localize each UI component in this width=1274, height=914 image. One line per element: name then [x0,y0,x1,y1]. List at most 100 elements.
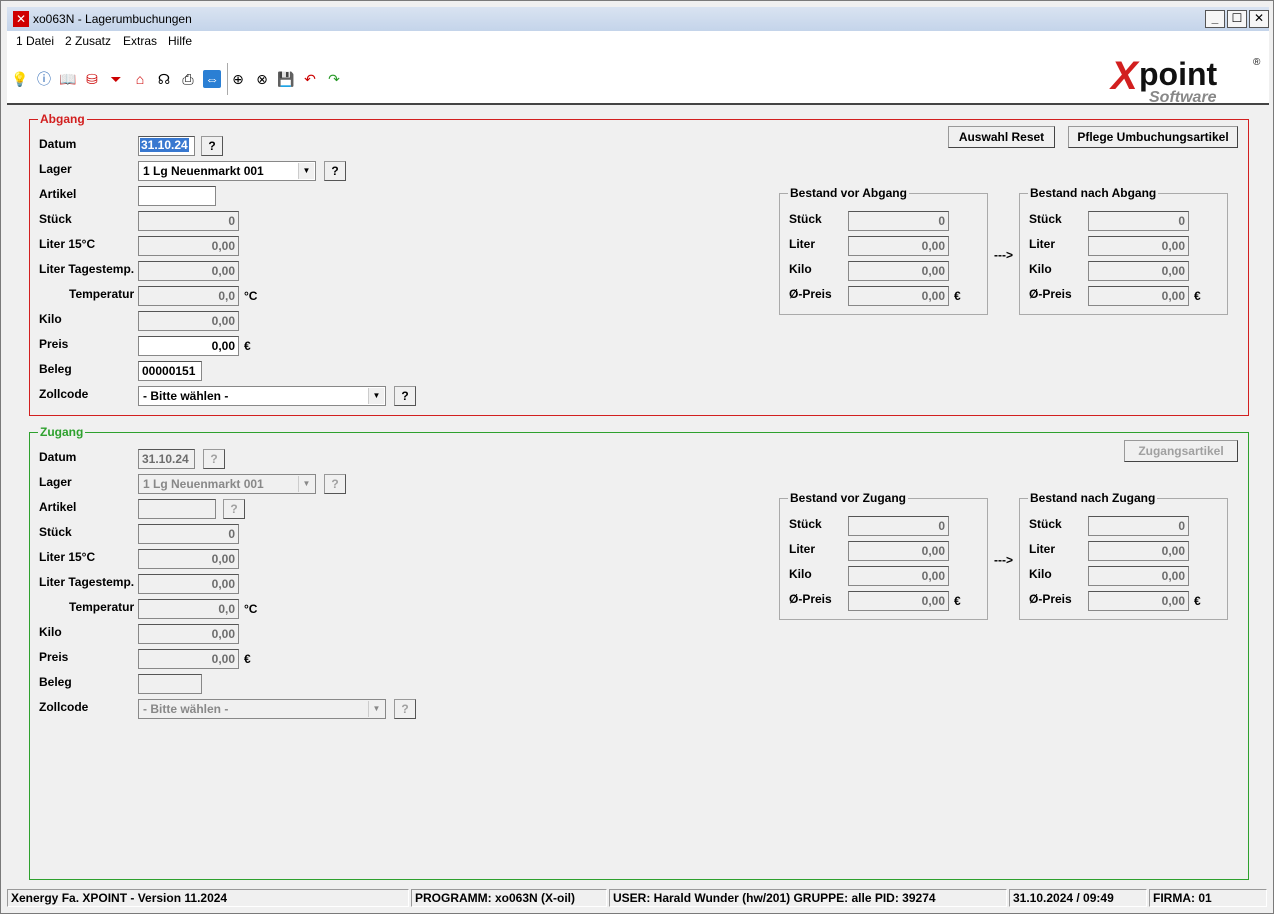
menu-zusatz[interactable]: 2 Zusatz [65,34,111,48]
undo-icon[interactable]: ↶ [301,70,319,88]
zugang-vor-liter-field: 0,00 [848,541,949,561]
abgang-zollcode-select[interactable]: - Bitte wählen - ▼ [138,386,386,406]
abgang-preis-label: Preis [39,337,69,351]
abgang-nach-stueck-label: Stück [1029,212,1062,226]
abgang-lager-help-button[interactable]: ? [324,161,346,181]
redo-icon[interactable]: ↷ [325,70,343,88]
menu-hilfe[interactable]: Hilfe [168,34,192,48]
zugang-datum-help-button[interactable]: ? [203,449,225,469]
app-icon: ✕ [13,11,29,27]
zugang-liter15-field: 0,00 [138,549,239,569]
filter-icon[interactable]: ⏷ [107,70,125,88]
zugang-nach-stueck-field: 0 [1088,516,1189,536]
zugangsartikel-button[interactable]: Zugangsartikel [1124,440,1238,462]
zugang-zollcode-label: Zollcode [39,700,89,714]
abgang-temperatur-field: 0,0 [138,286,239,306]
abgang-artikel-field[interactable] [138,186,216,206]
abgang-vor-stueck-label: Stück [789,212,822,226]
cancel-icon[interactable]: ⊗ [253,70,271,88]
zugang-lager-help-button[interactable]: ? [324,474,346,494]
zugang-nach-kilo-label: Kilo [1029,567,1052,581]
abgang-bestand-vor-title: Bestand vor Abgang [788,186,909,200]
zugang-vor-liter-label: Liter [789,542,816,556]
menu-datei[interactable]: 1 Datei [16,34,54,48]
status-datetime: 31.10.2024 / 09:49 [1009,889,1147,907]
zugang-nach-euro-unit: € [1194,594,1201,608]
zugang-temperatur-field: 0,0 [138,599,239,619]
abgang-preis-field[interactable]: 0,00 [138,336,239,356]
zugang-nach-liter-label: Liter [1029,542,1056,556]
zugang-artikel-help-button[interactable]: ? [223,499,245,519]
menu-extras[interactable]: Extras [123,34,157,48]
abgang-nach-euro-unit: € [1194,289,1201,303]
abgang-datum-field[interactable]: 31.10.24 [138,136,195,156]
pflege-umbuchungsartikel-button[interactable]: Pflege Umbuchungsartikel [1068,126,1238,148]
abgang-stueck-label: Stück [39,212,72,226]
zugang-euro-unit: € [244,652,251,666]
abgang-beleg-field[interactable]: 00000151 [138,361,202,381]
zugang-bestand-vor-title: Bestand vor Zugang [788,491,909,505]
status-firma: FIRMA: 01 [1149,889,1267,907]
abgang-title: Abgang [38,112,87,126]
zugang-bestand-nach-title: Bestand nach Zugang [1028,491,1158,505]
zugang-nach-preis-label: Ø-Preis [1029,592,1072,606]
zugang-vor-preis-field: 0,00 [848,591,949,611]
zugang-preis-label: Preis [39,650,69,664]
zugang-beleg-field [138,674,202,694]
exchange-icon[interactable]: ⇔ [203,70,221,88]
abgang-zollcode-help-button[interactable]: ? [394,386,416,406]
print-icon[interactable]: ⎙ [179,70,197,88]
close-button[interactable]: ✕ [1249,10,1269,28]
zugang-vor-kilo-field: 0,00 [848,566,949,586]
chevron-down-icon: ▼ [368,701,384,717]
abgang-bestand-nach-title: Bestand nach Abgang [1028,186,1159,200]
abgang-lager-select[interactable]: 1 Lg Neuenmarkt 001 ▼ [138,161,316,181]
abgang-liter15-field: 0,00 [138,236,239,256]
add-icon[interactable]: ⊕ [229,70,247,88]
zugang-vor-euro-unit: € [954,594,961,608]
abgang-datum-label: Datum [39,137,77,151]
auswahl-reset-button[interactable]: Auswahl Reset [948,126,1055,148]
chevron-down-icon: ▼ [368,388,384,404]
abgang-lager-label: Lager [39,162,72,176]
save-icon[interactable]: 💾 [277,70,295,88]
zugang-vor-stueck-label: Stück [789,517,822,531]
status-programm: PROGRAMM: xo063N (X-oil) [411,889,607,907]
headset-icon[interactable]: ☊ [155,70,173,88]
chevron-down-icon: ▼ [298,163,314,179]
abgang-litertages-label: Liter Tagestemp. [39,262,135,276]
home-icon[interactable]: ⌂ [131,70,149,88]
minimize-button[interactable]: _ [1205,10,1225,28]
svg-text:X: X [1109,54,1140,98]
zugang-lager-select[interactable]: 1 Lg Neuenmarkt 001 ▼ [138,474,316,494]
zugang-vor-preis-label: Ø-Preis [789,592,832,606]
title-bar: ✕ xo063N - Lagerumbuchungen _ ☐ ✕ [7,7,1269,31]
database-icon[interactable]: ⛁ [83,70,101,88]
book-icon[interactable]: 📖 [59,70,77,88]
zugang-vor-stueck-field: 0 [848,516,949,536]
abgang-liter15-label: Liter 15°C [39,237,96,251]
abgang-beleg-label: Beleg [39,362,72,376]
zugang-stueck-field: 0 [138,524,239,544]
xpoint-logo: X point Software ® [1109,53,1265,106]
abgang-nach-preis-field: 0,00 [1088,286,1189,306]
zugang-kilo-field: 0,00 [138,624,239,644]
abgang-arrow: ---> [994,248,1013,262]
zugang-zollcode-help-button[interactable]: ? [394,699,416,719]
zugang-nach-stueck-label: Stück [1029,517,1062,531]
abgang-nach-liter-label: Liter [1029,237,1056,251]
maximize-button[interactable]: ☐ [1227,10,1247,28]
zugang-arrow: ---> [994,553,1013,567]
zugang-litertages-field: 0,00 [138,574,239,594]
lightbulb-icon[interactable]: 💡 [11,70,29,88]
abgang-datum-help-button[interactable]: ? [201,136,223,156]
abgang-litertages-field: 0,00 [138,261,239,281]
zugang-vor-kilo-label: Kilo [789,567,812,581]
info-icon[interactable]: ⓘ [35,70,53,88]
abgang-vor-euro-unit: € [954,289,961,303]
zugang-title: Zugang [38,425,86,439]
zugang-celsius-unit: °C [244,602,258,616]
zugang-zollcode-select[interactable]: - Bitte wählen - ▼ [138,699,386,719]
abgang-temperatur-label: Temperatur [69,287,135,301]
abgang-zollcode-label: Zollcode [39,387,89,401]
